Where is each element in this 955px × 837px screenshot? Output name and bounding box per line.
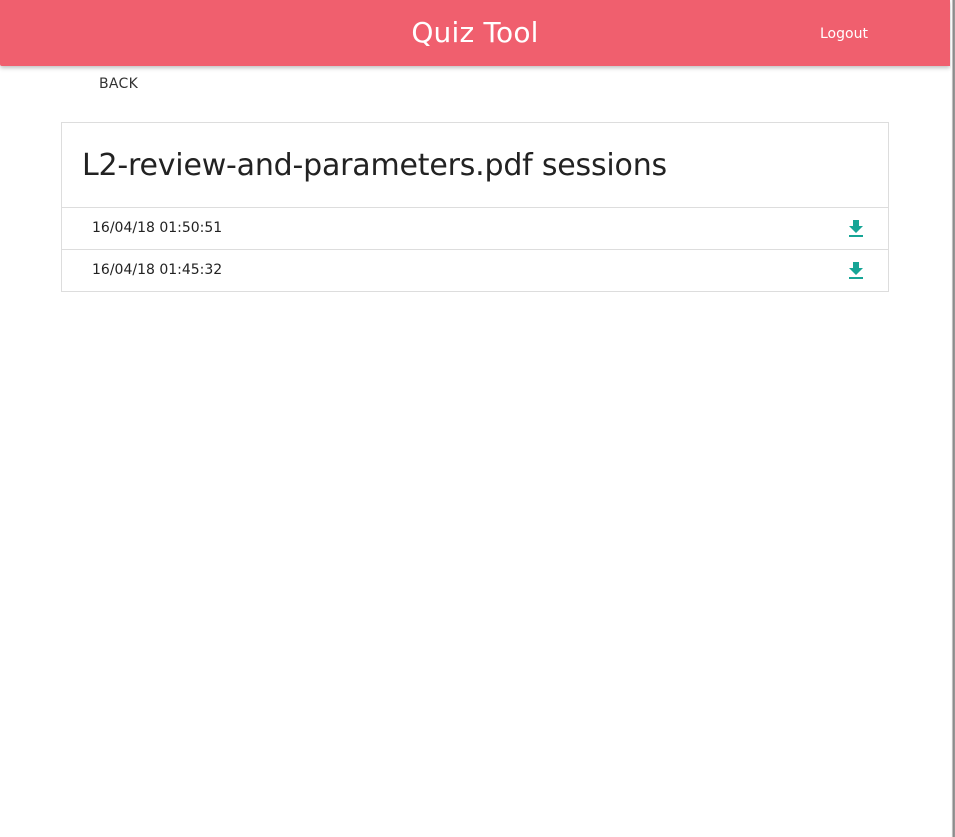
session-timestamp: 16/04/18 01:50:51 — [92, 220, 223, 236]
page-title: L2-review-and-parameters.pdf sessions — [82, 148, 667, 183]
sessions-card: L2-review-and-parameters.pdf sessions 16… — [61, 122, 889, 292]
back-button[interactable]: BACK — [89, 74, 148, 94]
window-edge — [951, 0, 955, 837]
session-list: 16/04/18 01:50:51 16/04/18 01:45:32 — [62, 208, 888, 291]
session-row: 16/04/18 01:45:32 — [62, 250, 888, 291]
session-row: 16/04/18 01:50:51 — [62, 208, 888, 250]
app-title: Quiz Tool — [411, 16, 539, 49]
top-app-bar: Quiz Tool Logout — [0, 0, 950, 66]
logout-button[interactable]: Logout — [810, 24, 878, 44]
download-icon[interactable] — [848, 220, 864, 238]
session-timestamp: 16/04/18 01:45:32 — [92, 262, 223, 278]
card-header: L2-review-and-parameters.pdf sessions — [62, 123, 888, 208]
download-icon[interactable] — [848, 262, 864, 280]
